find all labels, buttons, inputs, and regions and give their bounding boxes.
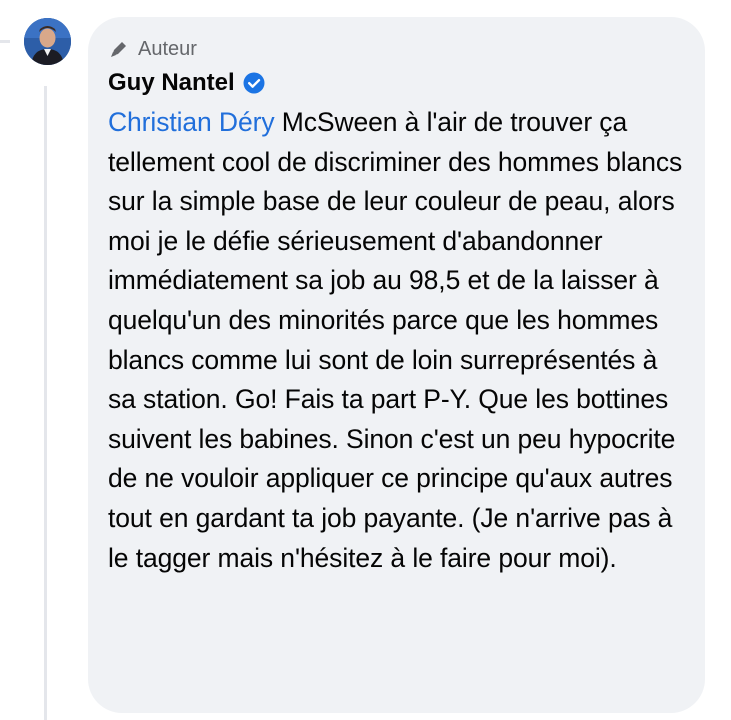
thread-connector-line	[0, 40, 10, 43]
avatar[interactable]	[24, 18, 71, 65]
verified-badge-icon	[243, 72, 265, 94]
pen-icon	[108, 38, 130, 60]
author-name-link[interactable]: Guy Nantel	[108, 69, 235, 97]
role-text: Auteur	[138, 37, 197, 60]
thread-line	[44, 86, 47, 720]
comment-bubble: Auteur Guy Nantel Christian Déry McSween…	[88, 17, 705, 713]
comment-text: Christian Déry McSween à l'air de trouve…	[108, 103, 688, 578]
author-role-label: Auteur	[108, 35, 705, 63]
mention-link[interactable]: Christian Déry	[108, 107, 275, 137]
author-row: Guy Nantel	[108, 67, 705, 99]
comment-body: McSween à l'air de trouver ça tellement …	[108, 107, 683, 573]
